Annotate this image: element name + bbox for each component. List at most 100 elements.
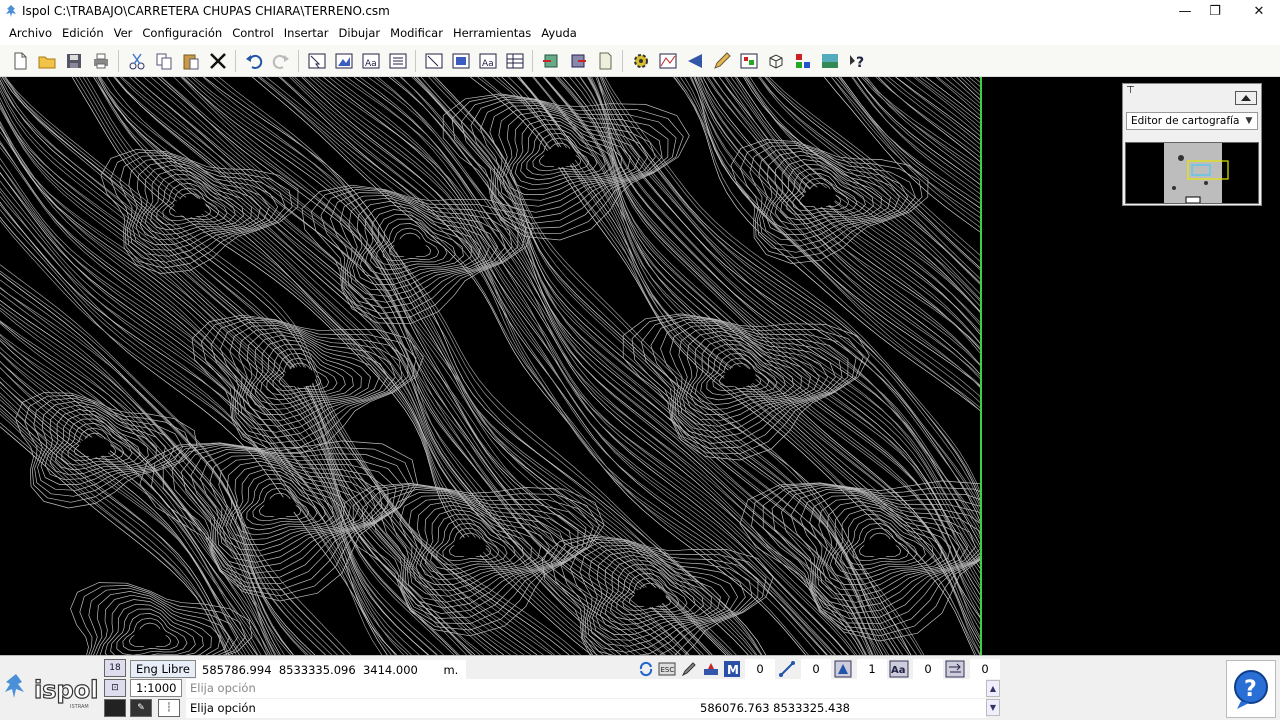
collapse-panel-button[interactable] — [1235, 91, 1257, 105]
layer-icon[interactable]: 18 — [104, 659, 126, 677]
overview-minimap[interactable] — [1125, 142, 1259, 204]
menu-insertar[interactable]: Insertar — [279, 22, 334, 44]
menu-control[interactable]: Control — [227, 22, 279, 44]
settings-button[interactable] — [627, 47, 654, 74]
color-blocks-button[interactable] — [789, 47, 816, 74]
counter-2: 0 — [801, 659, 831, 679]
toolbar-separator — [235, 49, 236, 72]
command-prompt-current[interactable]: Elija opción — [186, 699, 986, 718]
menu-dibujar[interactable]: Dibujar — [334, 22, 386, 44]
landscape-icon — [821, 53, 838, 68]
pencil-button[interactable] — [708, 47, 735, 74]
menu-herramientas[interactable]: Herramientas — [448, 22, 536, 44]
pen-style-icon[interactable]: ✎ — [130, 699, 152, 717]
counter-1: 0 — [745, 659, 775, 679]
scale-value: 1:1000 — [136, 681, 177, 695]
snap-button[interactable] — [701, 659, 721, 679]
triangle-tool-button[interactable] — [833, 659, 853, 679]
delete-button[interactable] — [204, 47, 231, 74]
print-button[interactable] — [87, 47, 114, 74]
pin-icon[interactable]: ⊤ — [1126, 85, 1135, 96]
open-folder-icon — [38, 56, 55, 68]
open-button[interactable] — [33, 47, 60, 74]
scroll-up-button[interactable]: ▲ — [986, 680, 1000, 697]
undo-icon — [245, 54, 262, 69]
triangle-tool-icon — [834, 660, 852, 678]
menu-configuracion[interactable]: Configuración — [137, 22, 227, 44]
menu-ayuda[interactable]: Ayuda — [536, 22, 582, 44]
image-button[interactable] — [735, 47, 762, 74]
drawing-canvas[interactable] — [0, 77, 982, 655]
transfer-tool-button[interactable] — [945, 659, 965, 679]
list-view-icon — [389, 53, 406, 68]
m-mode-icon: M — [724, 661, 740, 677]
line-style-icon[interactable]: ┆ — [158, 699, 180, 717]
coord-unit: m. — [443, 663, 459, 677]
transfer-icon — [945, 660, 965, 678]
pencil-icon — [713, 51, 731, 69]
document-icon — [599, 52, 611, 69]
black-color-icon[interactable] — [104, 699, 126, 717]
landscape-button[interactable] — [816, 47, 843, 74]
import-button[interactable] — [537, 47, 564, 74]
terrain-view-button[interactable] — [330, 47, 357, 74]
cut-button[interactable] — [123, 47, 150, 74]
text-tool-button[interactable]: Aa — [889, 659, 909, 679]
prompt-text-2: Elija opción — [190, 701, 256, 715]
menu-edicion[interactable]: Edición — [57, 22, 109, 44]
layer-select-button[interactable] — [303, 47, 330, 74]
table-view-button[interactable] — [501, 47, 528, 74]
m-button[interactable]: M — [722, 659, 742, 679]
refresh-icon — [639, 661, 653, 677]
redo-button[interactable] — [267, 47, 294, 74]
paste-button[interactable] — [177, 47, 204, 74]
direction-button[interactable] — [681, 47, 708, 74]
print-icon — [93, 53, 108, 68]
brand-text: ispol — [34, 676, 98, 704]
scroll-down-button[interactable]: ▼ — [986, 699, 1000, 716]
text-size-icon: Aa — [889, 660, 909, 678]
profile-chart-button[interactable] — [654, 47, 681, 74]
new-file-button[interactable] — [6, 47, 33, 74]
zoom-icon[interactable]: ⊡ — [104, 679, 126, 697]
save-button[interactable] — [60, 47, 87, 74]
mode-field[interactable]: Eng Libre — [130, 660, 196, 678]
plan-view-button[interactable] — [447, 47, 474, 74]
help-button[interactable]: ? — [843, 47, 870, 74]
cursor-coordinates: 586076.763 8533325.438 — [700, 701, 850, 715]
copy-icon — [156, 53, 171, 69]
chevron-up-icon: ▲ — [989, 684, 997, 693]
scale-field[interactable]: 1:1000 — [130, 679, 183, 697]
svg-text:Aa: Aa — [891, 665, 906, 676]
refresh-button[interactable] — [636, 659, 656, 679]
toolbar-separator — [415, 49, 416, 72]
undo-button[interactable] — [240, 47, 267, 74]
document-button[interactable] — [591, 47, 618, 74]
copy-button[interactable] — [150, 47, 177, 74]
export-button[interactable] — [564, 47, 591, 74]
help-assistant-button[interactable]: ? — [1226, 660, 1276, 718]
maximize-button[interactable]: ❐ — [1192, 0, 1238, 22]
escape-button[interactable]: ESC — [657, 659, 677, 679]
minimize-icon: — — [1178, 3, 1192, 19]
menu-modificar[interactable]: Modificar — [385, 22, 448, 44]
image-icon — [740, 53, 757, 68]
settings-gear-icon — [633, 53, 648, 68]
line-tool-button[interactable] — [777, 659, 797, 679]
3d-box-button[interactable] — [762, 47, 789, 74]
edit-button[interactable] — [679, 659, 699, 679]
menu-archivo[interactable]: Archivo — [4, 22, 57, 44]
text-view-button[interactable]: Aa — [357, 47, 384, 74]
coordinate-readout: 585786.994 8533335.096 3414.000 m. — [196, 660, 466, 680]
app-icon — [6, 5, 16, 17]
view-frame-button[interactable] — [420, 47, 447, 74]
chevron-down-icon: ▼ — [1245, 116, 1253, 126]
svg-text:M: M — [727, 663, 739, 677]
editor-select[interactable]: Editor de cartografía ▼ — [1126, 112, 1258, 130]
list-view-button[interactable] — [384, 47, 411, 74]
text-style-button[interactable]: Aa — [474, 47, 501, 74]
redo-icon — [272, 54, 289, 69]
close-button[interactable]: ✕ — [1236, 0, 1280, 22]
menu-ver[interactable]: Ver — [109, 22, 138, 44]
main-toolbar: Aa Aa ? — [0, 45, 1280, 77]
